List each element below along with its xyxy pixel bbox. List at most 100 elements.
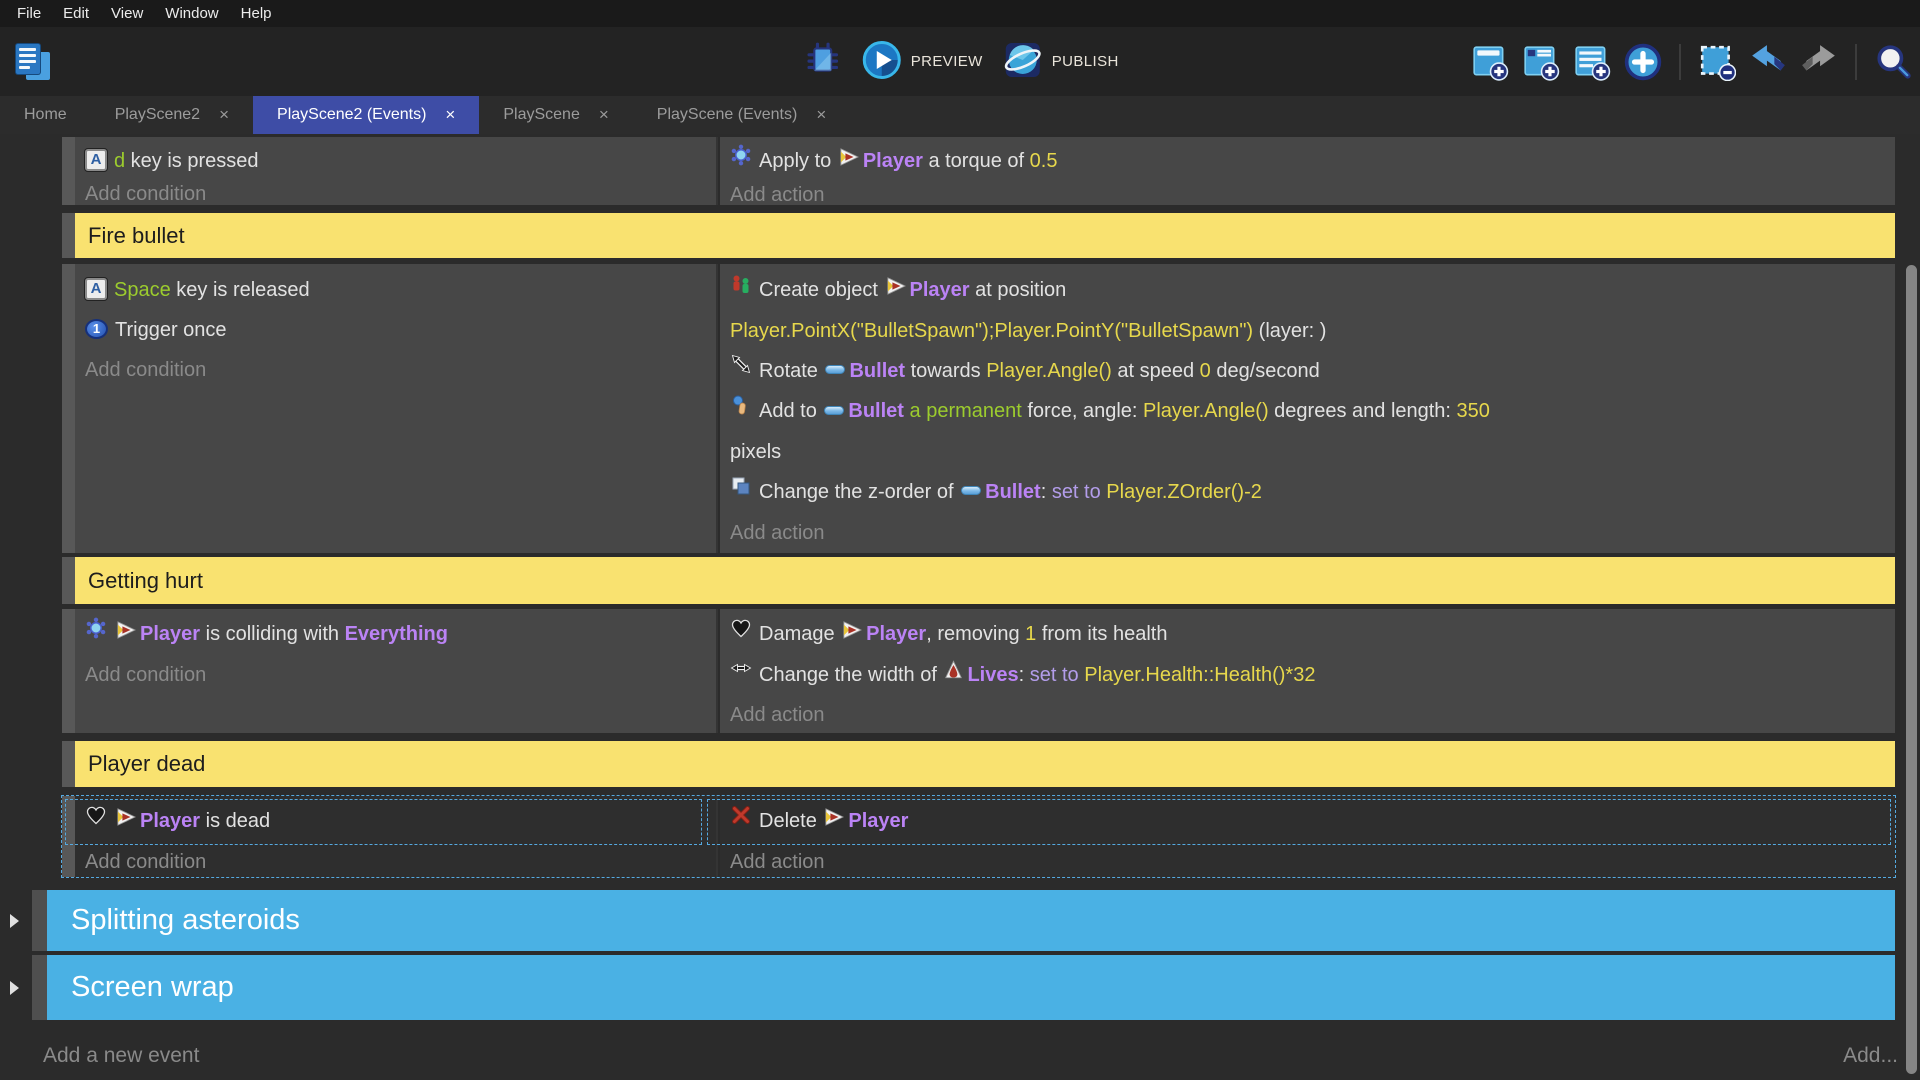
group-drag-handle[interactable] [32, 955, 47, 1020]
close-icon[interactable]: × [599, 105, 609, 125]
add-new-event-button[interactable]: Add a new event [43, 1032, 199, 1080]
event-row: Player is colliding with Everything Add … [62, 609, 1895, 733]
heart-icon [730, 613, 752, 653]
condition-line[interactable]: Player is dead [75, 801, 716, 842]
z-order-icon [730, 471, 752, 511]
conditions-cell: ASpace key is released 1Trigger once Add… [75, 264, 718, 553]
add-action-button[interactable]: Add action [720, 695, 1895, 735]
menu-file[interactable]: File [6, 5, 52, 22]
add-condition-button[interactable]: Add condition [75, 655, 716, 695]
action-line[interactable]: Create object Player at position [720, 270, 1895, 311]
lives-icon [944, 653, 963, 693]
group-row-screen-wrap: Screen wrap [32, 955, 1895, 1020]
tab-label: PlayScene2 [115, 106, 200, 124]
add-subevent-button[interactable] [1522, 43, 1560, 81]
preview-play-icon [862, 40, 902, 84]
publish-label: PUBLISH [1052, 53, 1119, 70]
tab-playscene[interactable]: PlayScene × [479, 96, 632, 134]
action-line[interactable]: Damage Player, removing 1 from its healt… [720, 614, 1895, 655]
action-line[interactable]: Apply to Player a torque of 0.5 [720, 143, 1895, 180]
tab-label: Home [24, 106, 67, 124]
add-condition-button[interactable]: Add condition [75, 179, 716, 210]
close-icon[interactable]: × [445, 105, 455, 125]
tab-playscene2-events[interactable]: PlayScene2 (Events) × [253, 96, 479, 134]
condition-line[interactable]: 1Trigger once [75, 310, 716, 350]
publish-button[interactable]: PUBLISH [1003, 40, 1119, 84]
tab-home[interactable]: Home [0, 96, 91, 134]
physics-icon [730, 142, 752, 178]
add-action-button[interactable]: Add action [720, 180, 1895, 211]
action-line[interactable]: Add to Bullet a permanent force, angle: … [720, 391, 1895, 432]
close-icon[interactable]: × [219, 105, 229, 125]
collapse-arrow-icon[interactable] [10, 981, 19, 995]
toolbar-center: PREVIEW PUBLISH [804, 27, 1119, 96]
tab-playscene2[interactable]: PlayScene2 × [91, 96, 253, 134]
conditions-cell: Ad key is pressed Add condition [75, 137, 718, 205]
physics-icon [85, 613, 107, 653]
comment-drag-handle[interactable] [62, 741, 75, 787]
condition-line[interactable]: Player is colliding with Everything [75, 614, 716, 655]
toolbar: PREVIEW PUBLISH [0, 27, 1920, 96]
heart-icon [85, 800, 107, 840]
action-line[interactable]: Rotate Bullet towards Player.Angle() at … [720, 351, 1895, 392]
event-drag-handle[interactable] [62, 796, 75, 877]
action-line[interactable]: Delete Player [720, 801, 1895, 842]
conditions-cell: Player is dead Add condition [75, 796, 718, 877]
toolbar-right [1471, 27, 1912, 96]
player-ship-icon [886, 269, 906, 309]
player-ship-icon [116, 800, 136, 840]
comment-drag-handle[interactable] [62, 557, 75, 604]
search-button[interactable] [1874, 43, 1912, 81]
player-ship-icon [116, 613, 136, 653]
add-condition-button[interactable]: Add condition [75, 350, 716, 390]
add-comment-button[interactable] [1573, 43, 1611, 81]
comment-text[interactable]: Getting hurt [75, 557, 1895, 604]
vertical-scrollbar-thumb[interactable] [1906, 265, 1917, 1074]
tab-playscene-events[interactable]: PlayScene (Events) × [633, 96, 850, 134]
menu-window[interactable]: Window [154, 5, 229, 22]
add-condition-button[interactable]: Add condition [75, 842, 716, 882]
action-line[interactable]: Change the width of Lives: set to Player… [720, 655, 1895, 696]
delete-selection-button[interactable] [1698, 43, 1736, 81]
actions-cell: Damage Player, removing 1 from its healt… [720, 609, 1895, 733]
keyboard-key-icon: A [85, 278, 107, 300]
add-action-button[interactable]: Add action [720, 842, 1895, 882]
group-drag-handle[interactable] [32, 890, 47, 951]
preview-button[interactable]: PREVIEW [862, 40, 983, 84]
add-action-button[interactable]: Add action [720, 513, 1895, 553]
gdevelop-logo-icon[interactable] [14, 42, 52, 82]
close-icon[interactable]: × [816, 105, 826, 125]
group-title[interactable]: Splitting asteroids [47, 890, 1895, 951]
comment-text[interactable]: Fire bullet [75, 213, 1895, 258]
event-drag-handle[interactable] [62, 264, 75, 553]
rotate-icon [730, 349, 752, 389]
redo-button[interactable] [1800, 43, 1838, 81]
tab-label: PlayScene (Events) [657, 106, 798, 124]
condition-line[interactable]: Ad key is pressed [75, 143, 716, 179]
comment-row: Getting hurt [62, 557, 1895, 604]
add-button[interactable]: Add... [1843, 1032, 1898, 1080]
create-object-icon [730, 269, 752, 309]
undo-button[interactable] [1749, 43, 1787, 81]
menu-edit[interactable]: Edit [52, 5, 100, 22]
add-new-button[interactable] [1624, 43, 1662, 81]
debug-icon[interactable] [804, 40, 842, 83]
menu-bar: File Edit View Window Help [0, 0, 1920, 27]
menu-help[interactable]: Help [230, 5, 283, 22]
collapse-arrow-icon[interactable] [10, 914, 19, 928]
add-event-button[interactable] [1471, 43, 1509, 81]
event-row-selected: Player is dead Add condition Delete Play… [62, 796, 1895, 877]
comment-text[interactable]: Player dead [75, 741, 1895, 787]
event-drag-handle[interactable] [62, 137, 75, 205]
tab-label: PlayScene [503, 106, 580, 124]
menu-view[interactable]: View [100, 5, 154, 22]
group-title[interactable]: Screen wrap [47, 955, 1895, 1020]
player-ship-icon [842, 613, 862, 653]
condition-line[interactable]: ASpace key is released [75, 270, 716, 310]
events-sheet: Ad key is pressed Add condition Apply to… [0, 134, 1920, 1080]
action-line[interactable]: Change the z-order of Bullet: set to Pla… [720, 472, 1895, 513]
comment-drag-handle[interactable] [62, 213, 75, 258]
event-drag-handle[interactable] [62, 609, 75, 733]
action-line-wrap[interactable]: pixels [720, 432, 1895, 472]
action-line-wrap[interactable]: Player.PointX("BulletSpawn");Player.Poin… [720, 311, 1895, 351]
